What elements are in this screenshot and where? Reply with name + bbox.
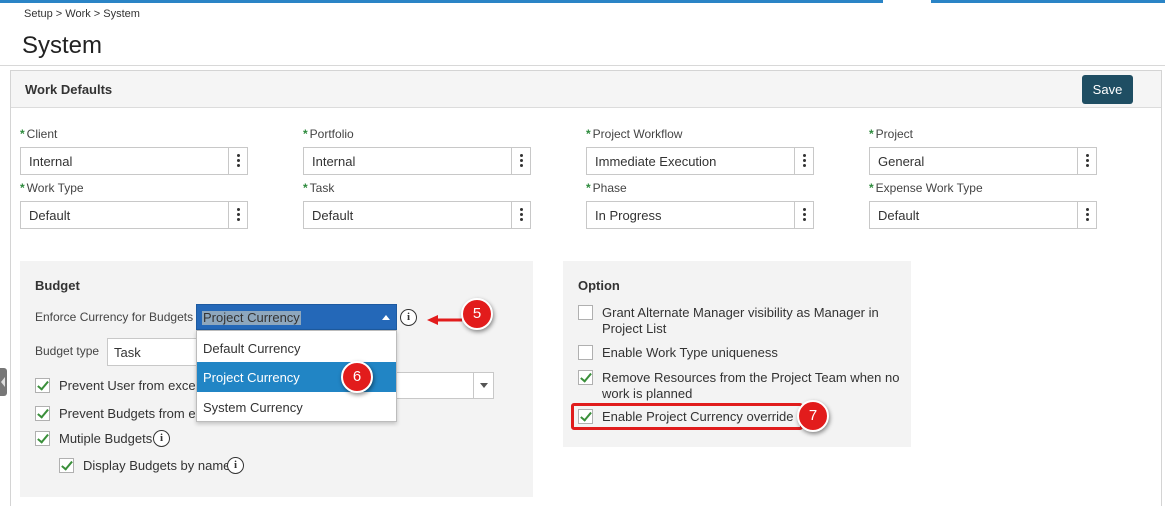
callout-badge-5: 5 xyxy=(461,298,493,330)
field-value: Default xyxy=(878,208,920,223)
kebab-menu-icon[interactable] xyxy=(794,202,813,228)
field-label: Portfolio xyxy=(309,127,354,141)
task-field: * Task Default xyxy=(303,181,531,229)
field-value: Default xyxy=(29,208,71,223)
field-value: Internal xyxy=(29,154,73,169)
budget-type-value: Task xyxy=(114,345,141,360)
prevent-budgets-label: Prevent Budgets from ex xyxy=(59,406,203,421)
breadcrumb[interactable]: Setup > Work > System xyxy=(24,8,140,20)
kebab-menu-icon[interactable] xyxy=(794,148,813,174)
display-budgets-by-name-checkbox[interactable] xyxy=(59,458,74,473)
label-line: work is planned xyxy=(602,386,693,401)
remove-resources-label: Remove Resources from the Project Team w… xyxy=(602,370,899,402)
callout-badge-7: 7 xyxy=(797,400,829,432)
required-marker: * xyxy=(869,181,874,195)
client-field: * Client Internal xyxy=(20,127,248,175)
highlight-box xyxy=(571,403,803,430)
caret-up-icon xyxy=(382,315,390,320)
save-button[interactable]: Save xyxy=(1082,75,1133,104)
multiple-budgets-checkbox[interactable] xyxy=(35,431,50,446)
remove-resources-checkbox[interactable] xyxy=(578,370,593,385)
top-bar-notch xyxy=(883,0,931,3)
kebab-menu-icon[interactable] xyxy=(228,148,247,174)
multiple-budgets-label: Mutiple Budgets xyxy=(59,431,153,446)
expense-work-type-input[interactable]: Default xyxy=(869,201,1097,229)
field-label: Client xyxy=(26,127,58,141)
field-label: Expense Work Type xyxy=(875,181,983,195)
expense-work-type-field: * Expense Work Type Default xyxy=(869,181,1097,229)
phase-input[interactable]: In Progress xyxy=(586,201,814,229)
required-marker: * xyxy=(586,127,591,141)
grant-alternate-manager-checkbox[interactable] xyxy=(578,305,593,320)
project-workflow-field: * Project Workflow Immediate Execution xyxy=(586,127,814,175)
required-marker: * xyxy=(20,127,25,141)
chevron-down-icon[interactable] xyxy=(473,373,493,398)
work-type-uniqueness-label: Enable Work Type uniqueness xyxy=(602,345,778,360)
work-type-field: * Work Type Default xyxy=(20,181,248,229)
client-input[interactable]: Internal xyxy=(20,147,248,175)
info-icon[interactable]: i xyxy=(400,309,417,326)
page-title: System xyxy=(22,32,103,59)
project-input[interactable]: General xyxy=(869,147,1097,175)
info-icon[interactable]: i xyxy=(227,457,244,474)
required-marker: * xyxy=(869,127,874,141)
dropdown-option[interactable]: Default Currency xyxy=(197,333,396,363)
kebab-menu-icon[interactable] xyxy=(1077,202,1096,228)
budget-type-label: Budget type xyxy=(35,344,100,358)
field-label: Phase xyxy=(592,181,627,195)
field-value: Internal xyxy=(312,154,356,169)
label-line: Remove Resources from the Project Team w… xyxy=(602,370,900,385)
project-workflow-input[interactable]: Immediate Execution xyxy=(586,147,814,175)
card-header: Work Defaults Save xyxy=(11,71,1161,108)
required-marker: * xyxy=(303,127,308,141)
budget-type-input[interactable]: Task xyxy=(107,338,202,366)
label-line: Project List xyxy=(602,321,667,336)
header-divider xyxy=(0,65,1165,66)
kebab-menu-icon[interactable] xyxy=(511,202,530,228)
label-line: Grant Alternate Manager visibility as Ma… xyxy=(602,305,879,320)
task-input[interactable]: Default xyxy=(303,201,531,229)
enforce-currency-label: Enforce Currency for Budgets xyxy=(35,310,194,324)
field-label: Project xyxy=(875,127,914,141)
field-value: Immediate Execution xyxy=(595,154,717,169)
budget-title: Budget xyxy=(35,278,80,293)
prevent-user-label: Prevent User from exce xyxy=(59,378,196,393)
field-label: Project Workflow xyxy=(592,127,683,141)
top-accent-bar xyxy=(0,0,1165,3)
grant-alternate-manager-label: Grant Alternate Manager visibility as Ma… xyxy=(602,305,879,337)
kebab-menu-icon[interactable] xyxy=(1077,148,1096,174)
red-arrow-icon xyxy=(427,315,462,325)
kebab-menu-icon[interactable] xyxy=(511,148,530,174)
option-title: Option xyxy=(578,278,620,293)
prevent-budgets-checkbox[interactable] xyxy=(35,406,50,421)
field-value: In Progress xyxy=(595,208,662,223)
select-value: Project Currency xyxy=(202,310,301,325)
required-marker: * xyxy=(303,181,308,195)
project-field: * Project General xyxy=(869,127,1097,175)
field-label: Task xyxy=(309,181,335,195)
info-icon[interactable]: i xyxy=(153,430,170,447)
collapse-handle-icon[interactable] xyxy=(0,368,7,396)
field-value: General xyxy=(878,154,925,169)
required-marker: * xyxy=(586,181,591,195)
phase-field: * Phase In Progress xyxy=(586,181,814,229)
field-value: Default xyxy=(312,208,354,223)
work-type-input[interactable]: Default xyxy=(20,201,248,229)
kebab-menu-icon[interactable] xyxy=(228,202,247,228)
work-type-uniqueness-checkbox[interactable] xyxy=(578,345,593,360)
portfolio-field: * Portfolio Internal xyxy=(303,127,531,175)
enforce-currency-select[interactable]: Project Currency xyxy=(196,304,397,330)
required-marker: * xyxy=(20,181,25,195)
card-title: Work Defaults xyxy=(25,82,113,97)
portfolio-input[interactable]: Internal xyxy=(303,147,531,175)
field-label: Work Type xyxy=(26,181,84,195)
callout-badge-6: 6 xyxy=(341,361,373,393)
prevent-user-checkbox[interactable] xyxy=(35,378,50,393)
dropdown-option[interactable]: System Currency xyxy=(197,392,396,422)
display-budgets-by-name-label: Display Budgets by name xyxy=(83,458,231,473)
